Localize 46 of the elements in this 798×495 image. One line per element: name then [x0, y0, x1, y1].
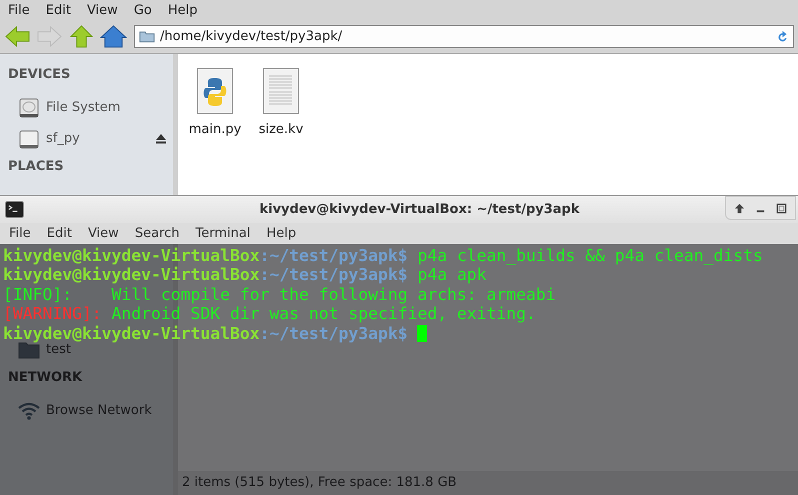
prompt-path: :~/test/py3apk$: [260, 246, 408, 266]
file-name[interactable]: main.py: [188, 122, 242, 137]
up-arrow-icon[interactable]: [734, 202, 745, 214]
text-cursor: [417, 324, 428, 342]
section-heading: NETWORK: [8, 369, 84, 387]
prompt-host: kivydev@kivydev-VirtualBox: [3, 324, 260, 343]
menu-item[interactable]: View: [78, 2, 126, 18]
eject-icon[interactable]: [155, 133, 167, 144]
log-level-tag: [INFO]:: [3, 284, 112, 304]
menu-item[interactable]: File: [0, 2, 38, 18]
menu-item[interactable]: Terminal: [186, 226, 258, 241]
terminal-icon: [5, 201, 24, 218]
menu-item[interactable]: Help: [160, 2, 206, 18]
section-heading: PLACES: [8, 158, 65, 176]
menu-item[interactable]: Edit: [38, 2, 79, 18]
sidebar-item[interactable]: File System: [46, 100, 173, 115]
drive-icon: [18, 128, 40, 150]
home-icon[interactable]: [100, 25, 127, 48]
menu-item[interactable]: View: [78, 226, 126, 241]
status-bar: 2 items (515 bytes), Free space: 181.8 GB: [178, 471, 798, 495]
log-message: Android SDK dir was not specified, exiting.: [112, 304, 536, 324]
log-message: Will compile for the following archs: armeabi: [112, 284, 556, 304]
folder-icon: [139, 30, 155, 43]
prompt-host: kivydev@kivydev-VirtualBox: [3, 265, 260, 285]
menu-item[interactable]: Edit: [38, 226, 79, 241]
python-file-icon[interactable]: [197, 68, 233, 114]
menu-item[interactable]: Go: [126, 2, 160, 18]
file-name[interactable]: size.kv: [258, 122, 304, 137]
maximize-icon[interactable]: [776, 202, 787, 214]
log-level-tag: [WARNING]:: [3, 304, 112, 324]
sidebar-item[interactable]: sf_py: [46, 131, 149, 146]
window-title: kivydev@kivydev-VirtualBox: ~/test/py3apk: [258, 202, 580, 217]
prompt-path: :~/test/py3apk$: [260, 265, 408, 285]
command-text: p4a clean_builds && p4a clean_dists: [417, 246, 763, 266]
prompt-host: kivydev@kivydev-VirtualBox: [3, 246, 260, 266]
menu-item[interactable]: File: [0, 226, 38, 241]
menu-item[interactable]: Search: [126, 226, 186, 241]
reload-icon[interactable]: [776, 29, 789, 44]
command-text: p4a apk: [417, 265, 487, 285]
address-field[interactable]: /home/kivydev/test/py3apk/: [134, 25, 794, 48]
text-file-icon[interactable]: [263, 68, 299, 114]
prompt-path: :~/test/py3apk$: [260, 324, 408, 343]
section-heading: DEVICES: [8, 66, 72, 84]
back-arrow-icon[interactable]: [4, 25, 31, 48]
hard-drive-icon: [18, 96, 40, 118]
menu-item[interactable]: Help: [257, 226, 304, 241]
